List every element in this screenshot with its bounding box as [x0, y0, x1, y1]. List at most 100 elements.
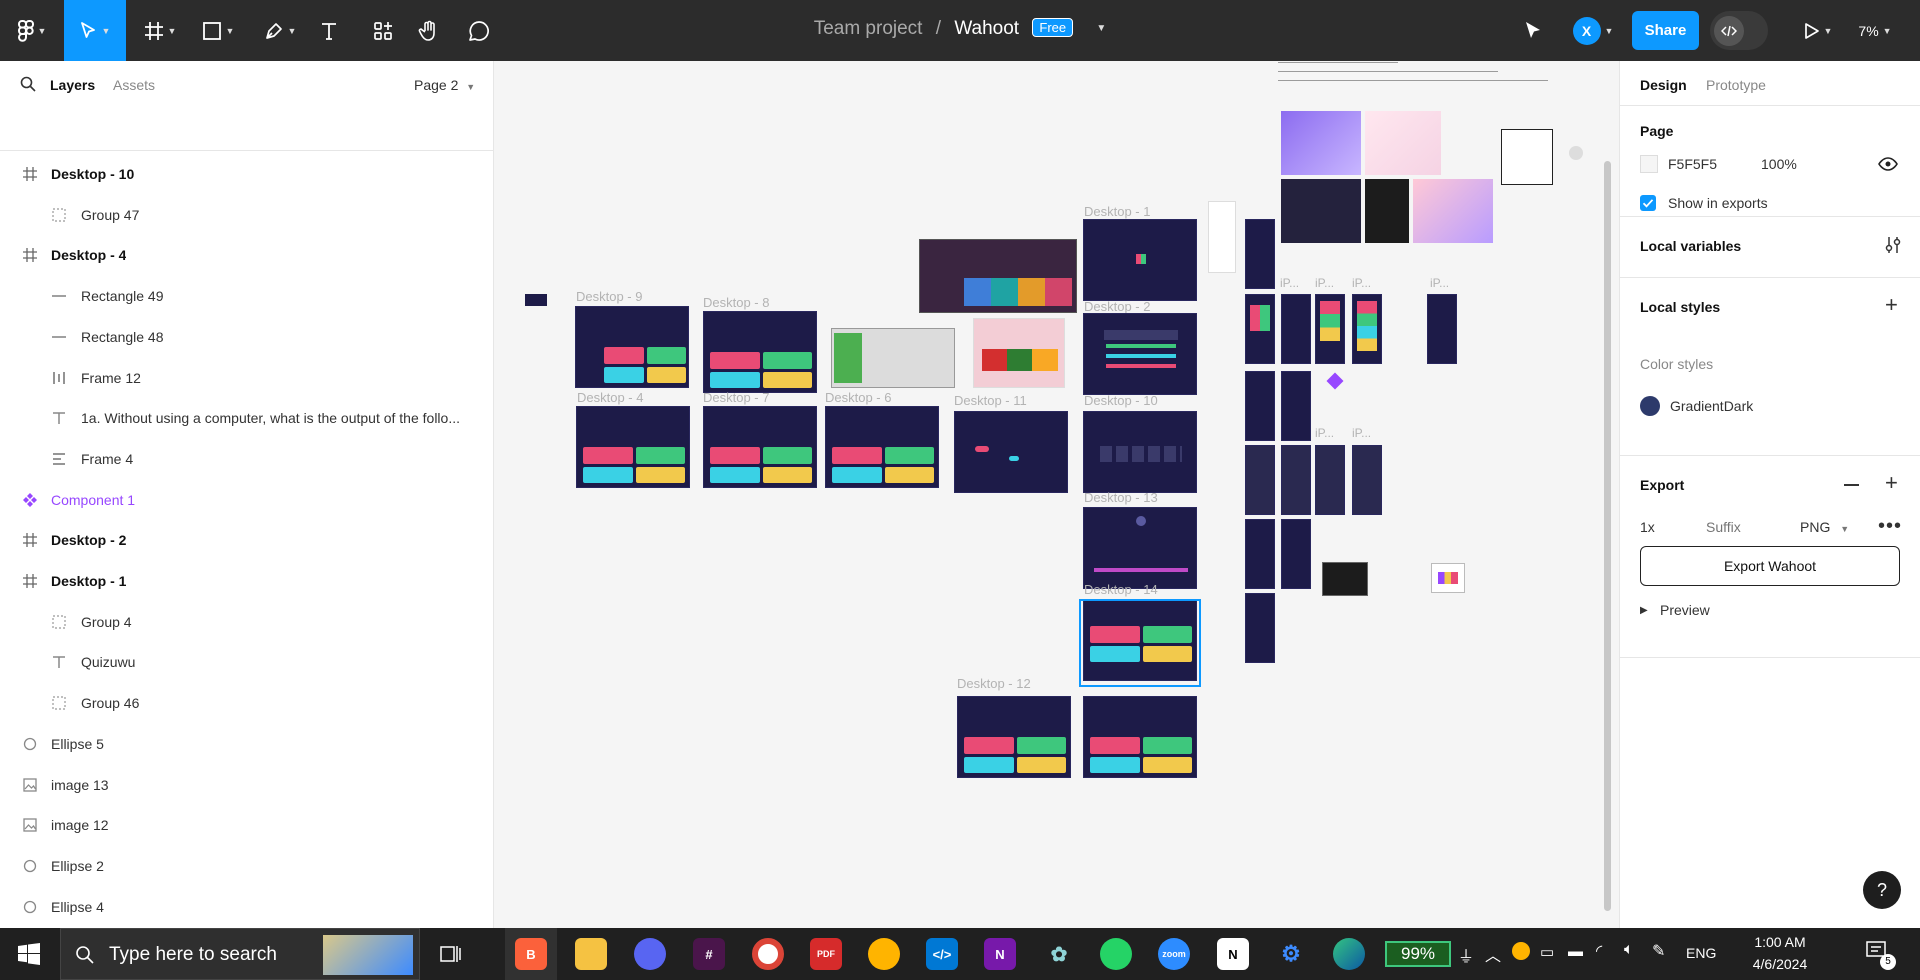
- mobile-frame[interactable]: [1281, 294, 1311, 364]
- export-suffix-input[interactable]: [1706, 514, 1786, 540]
- resources-button[interactable]: [368, 10, 398, 51]
- task-view-icon[interactable]: [440, 944, 462, 969]
- hand-tool-button[interactable]: [414, 10, 444, 51]
- reference-image[interactable]: [1281, 179, 1361, 243]
- add-export-icon[interactable]: +: [1885, 472, 1898, 494]
- project-name[interactable]: Team project: [814, 18, 923, 39]
- frame-desktop-2[interactable]: [1083, 313, 1197, 395]
- frame-label[interactable]: Desktop - 6: [825, 390, 891, 405]
- frame-desktop-4[interactable]: [576, 406, 690, 488]
- frame-label[interactable]: Desktop - 14: [1084, 582, 1158, 597]
- whatsapp-icon[interactable]: [1100, 938, 1132, 970]
- tab-prototype[interactable]: Prototype: [1706, 77, 1766, 93]
- mobile-frame[interactable]: [1281, 371, 1311, 441]
- canvas-scrollbar[interactable]: [1604, 161, 1611, 911]
- layer-row[interactable]: Rectangle 48: [0, 319, 494, 355]
- volume-icon[interactable]: 🔈︎: [1624, 941, 1634, 959]
- frame-label[interactable]: Desktop - 10: [1084, 393, 1158, 408]
- frame-label[interactable]: Desktop - 9: [576, 289, 642, 304]
- layer-row[interactable]: Group 46: [0, 685, 494, 721]
- reference-image[interactable]: [1431, 563, 1465, 593]
- frame-label[interactable]: iP...: [1430, 276, 1449, 290]
- frame-desktop-9[interactable]: [575, 306, 689, 388]
- mobile-frame[interactable]: [1208, 201, 1236, 273]
- frame-label[interactable]: Desktop - 7: [703, 390, 769, 405]
- reference-image[interactable]: [973, 318, 1065, 388]
- page-opacity-value[interactable]: 100%: [1761, 156, 1797, 172]
- language-indicator[interactable]: ENG: [1686, 945, 1716, 961]
- camera-icon[interactable]: ▭: [1540, 943, 1554, 961]
- layer-row[interactable]: Group 47: [0, 197, 494, 233]
- wifi-icon[interactable]: ◜: [1596, 941, 1602, 961]
- mobile-frame[interactable]: [1315, 294, 1345, 364]
- reference-image[interactable]: [1413, 179, 1493, 243]
- yandex-icon[interactable]: [868, 938, 900, 970]
- onenote-icon[interactable]: N: [984, 938, 1016, 970]
- shape-tool-button[interactable]: ▼: [196, 10, 240, 51]
- frame-desktop-8[interactable]: [703, 311, 817, 393]
- frame-label[interactable]: Desktop - 8: [703, 295, 769, 310]
- caret-right-icon[interactable]: ▶: [1640, 605, 1648, 616]
- frame-desktop-copy[interactable]: [1083, 696, 1197, 778]
- frame-label[interactable]: iP...: [1352, 426, 1371, 440]
- page-color-swatch[interactable]: [1640, 155, 1658, 173]
- text-tool-button[interactable]: [314, 10, 344, 51]
- pen-tool-button[interactable]: ▼: [258, 10, 302, 51]
- bluetooth-app-icon[interactable]: ⚙: [1275, 938, 1307, 970]
- frame-label[interactable]: Desktop - 1: [1084, 204, 1150, 219]
- layer-row[interactable]: Desktop - 2: [0, 522, 494, 558]
- mobile-frame[interactable]: [1352, 294, 1382, 364]
- more-icon[interactable]: •••: [1878, 516, 1902, 536]
- tab-design[interactable]: Design: [1640, 77, 1687, 93]
- layer-row[interactable]: image 12: [0, 807, 494, 843]
- mobile-frame[interactable]: [1427, 294, 1457, 364]
- component-set[interactable]: [1321, 371, 1351, 411]
- frame-label[interactable]: Desktop - 11: [954, 393, 1027, 408]
- pdf-icon[interactable]: PDF: [810, 938, 842, 970]
- mobile-frame[interactable]: [1245, 219, 1275, 289]
- canvas-small-rect[interactable]: [525, 294, 547, 306]
- export-scale[interactable]: 1x: [1640, 519, 1655, 535]
- notion-icon[interactable]: N: [1217, 938, 1249, 970]
- layer-row[interactable]: Quizuwu: [0, 644, 494, 680]
- reference-image[interactable]: [831, 328, 955, 388]
- mobile-frame[interactable]: [1352, 445, 1382, 515]
- reference-image[interactable]: [1501, 129, 1553, 185]
- mobile-frame[interactable]: [1245, 294, 1275, 364]
- dev-mode-toggle[interactable]: [1710, 11, 1768, 50]
- reference-image[interactable]: [1281, 111, 1361, 175]
- paw-icon[interactable]: ✿: [1043, 938, 1075, 970]
- zoom-icon[interactable]: zoom: [1158, 938, 1190, 970]
- mobile-frame[interactable]: [1281, 519, 1311, 589]
- frame-desktop-7[interactable]: [703, 406, 817, 488]
- layer-row[interactable]: Ellipse 2: [0, 848, 494, 884]
- chrome-icon[interactable]: [752, 938, 784, 970]
- mobile-frame[interactable]: [1315, 445, 1345, 515]
- design-canvas[interactable]: Desktop - 1 Desktop - 9 Desktop - 8 Desk…: [495, 61, 1619, 928]
- frame-label[interactable]: Desktop - 4: [577, 390, 643, 405]
- multiplayer-cursor-button[interactable]: [1518, 10, 1548, 51]
- mobile-frame[interactable]: [1245, 371, 1275, 441]
- user-avatar-button[interactable]: X ▼: [1565, 10, 1621, 51]
- layer-row[interactable]: Desktop - 1: [0, 563, 494, 599]
- layer-row[interactable]: Group 4: [0, 604, 494, 640]
- share-button[interactable]: Share: [1632, 11, 1699, 50]
- mobile-frame[interactable]: [1245, 445, 1275, 515]
- layer-row[interactable]: Rectangle 49: [0, 278, 494, 314]
- ellipse[interactable]: [1569, 146, 1583, 160]
- frame-tool-button[interactable]: ▼: [138, 10, 182, 51]
- style-name[interactable]: GradientDark: [1670, 398, 1753, 414]
- frame-desktop-6[interactable]: [825, 406, 939, 488]
- move-tool-button[interactable]: ▼: [64, 0, 126, 61]
- file-name[interactable]: Wahoot: [954, 18, 1019, 39]
- frame-label[interactable]: Desktop - 13: [1084, 490, 1158, 505]
- chevron-down-icon[interactable]: ▼: [1096, 23, 1106, 34]
- reference-image[interactable]: [919, 239, 1077, 313]
- frame-label[interactable]: iP...: [1280, 276, 1299, 290]
- slack-icon[interactable]: #: [693, 938, 725, 970]
- frame-label[interactable]: Desktop - 2: [1084, 299, 1150, 314]
- vscode-icon[interactable]: </>: [926, 938, 958, 970]
- reference-image[interactable]: [1322, 562, 1368, 596]
- frame-label[interactable]: iP...: [1352, 276, 1371, 290]
- frame-desktop-12[interactable]: [957, 696, 1071, 778]
